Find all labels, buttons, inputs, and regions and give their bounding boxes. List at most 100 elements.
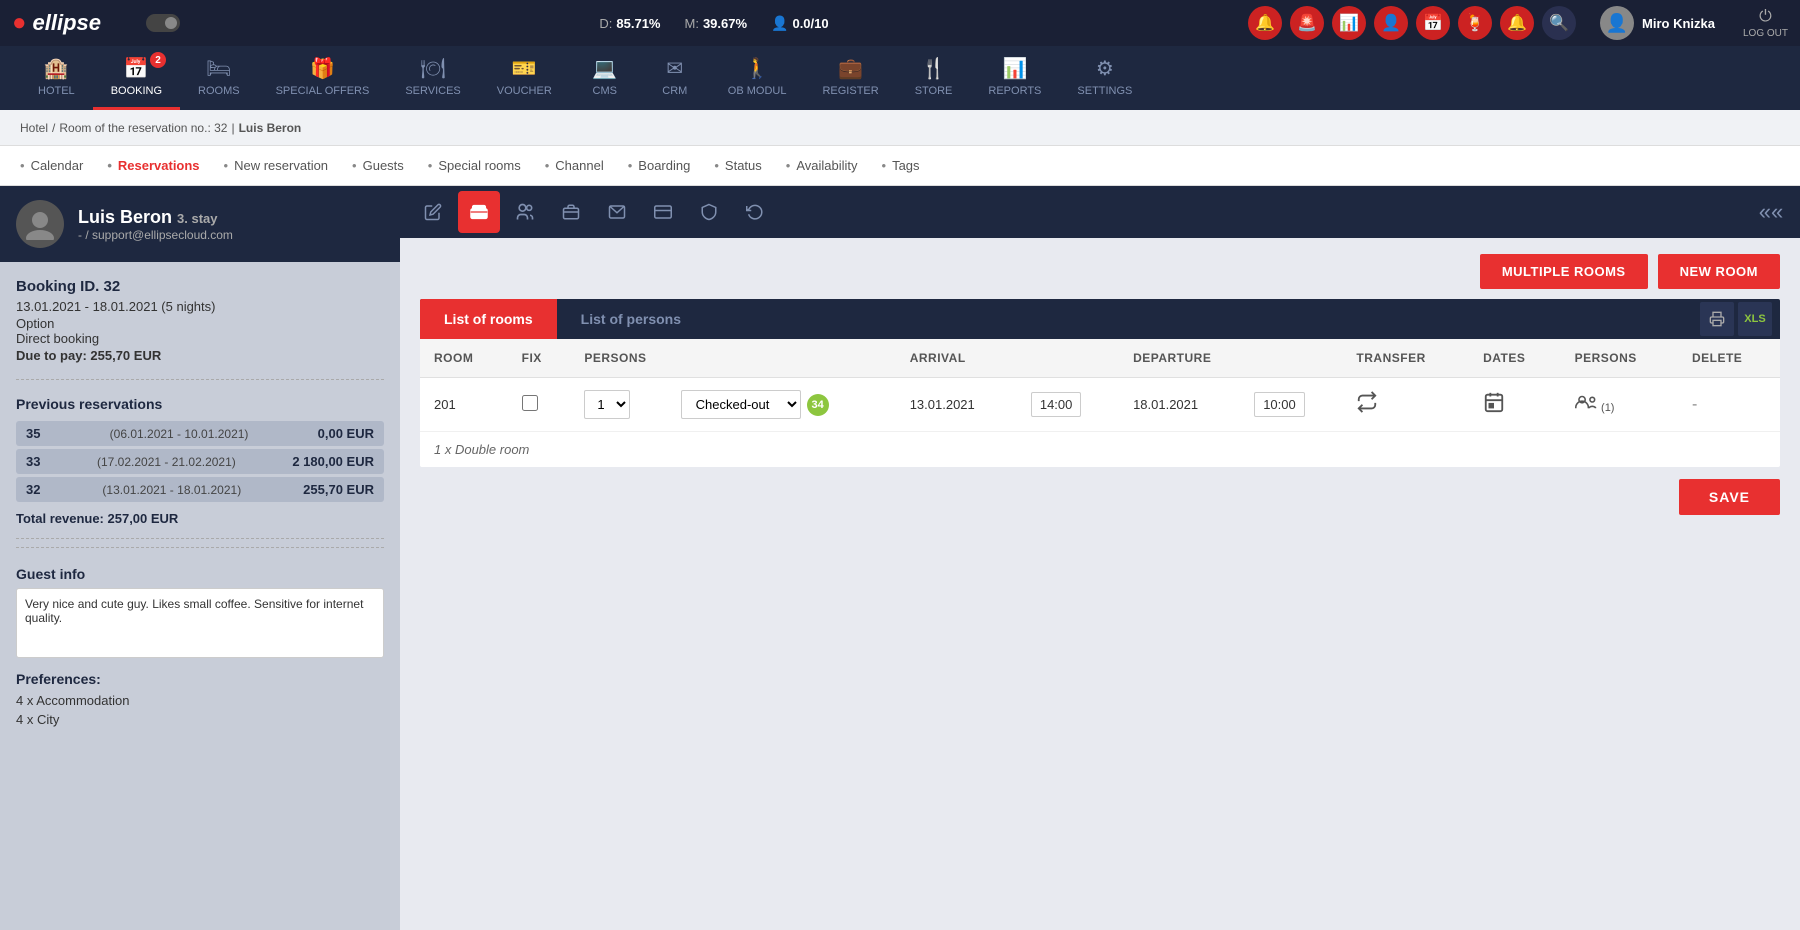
cell-fix[interactable]: [508, 378, 571, 432]
bell-icon-btn[interactable]: 🔔: [1500, 6, 1534, 40]
tool-tab-briefcase[interactable]: [550, 191, 592, 233]
store-icon: 🍴: [921, 56, 946, 81]
reservation-row-33[interactable]: 33 (17.02.2021 - 21.02.2021) 2 180,00 EU…: [16, 449, 384, 474]
breadcrumb-reservation[interactable]: Room of the reservation no.: 32: [59, 121, 227, 135]
preference-item-1: 4 x City: [0, 710, 400, 729]
nav-booking[interactable]: 📅 BOOKING 2: [93, 46, 180, 110]
cell-room-number: 201: [420, 378, 508, 432]
booking-icon: 📅: [124, 56, 149, 81]
nav-store[interactable]: 🍴 STORE: [897, 46, 971, 110]
fix-checkbox[interactable]: [522, 395, 538, 411]
save-button[interactable]: SAVE: [1679, 479, 1780, 515]
cell-persons-select[interactable]: 1 2 3: [570, 378, 666, 432]
tab-actions: XLS: [1700, 302, 1780, 336]
sub-nav-availability[interactable]: • Availability: [786, 158, 858, 173]
tool-tab-edit[interactable]: [412, 191, 454, 233]
divider-2: [16, 538, 384, 539]
cell-status[interactable]: Checked-out Checked-in Reserved 34: [667, 378, 896, 432]
nav-hotel-label: HOTEL: [38, 85, 75, 97]
persons-icon[interactable]: (1): [1575, 398, 1615, 415]
nav-register[interactable]: 💼 REGISTER: [804, 46, 896, 110]
chart-icon-btn[interactable]: 📊: [1332, 6, 1366, 40]
nav-voucher[interactable]: 🎫 VOUCHER: [479, 46, 570, 110]
nav-cms[interactable]: 💻 CMS: [570, 46, 640, 110]
nav-rooms[interactable]: 🛏 ROOMS: [180, 46, 258, 110]
multiple-rooms-button[interactable]: MULTIPLE ROOMS: [1480, 254, 1648, 289]
persons-count: (1): [1601, 402, 1614, 414]
nav-hotel[interactable]: 🏨 HOTEL: [20, 46, 93, 110]
sub-nav-status[interactable]: • Status: [714, 158, 761, 173]
notification-icon-btn[interactable]: 🔔: [1248, 6, 1282, 40]
cell-delete[interactable]: -: [1678, 378, 1780, 432]
nav-services[interactable]: 🍽 SERVICES: [387, 46, 478, 110]
calendar-icon-btn[interactable]: 📅: [1416, 6, 1450, 40]
search-icon-btn[interactable]: 🔍: [1542, 6, 1576, 40]
sub-nav-boarding[interactable]: • Boarding: [628, 158, 691, 173]
col-departure: DEPARTURE: [1119, 339, 1342, 378]
sub-nav-channel[interactable]: • Channel: [545, 158, 604, 173]
tab-list-of-rooms[interactable]: List of rooms: [420, 299, 557, 339]
tool-tab-persons[interactable]: [504, 191, 546, 233]
app-logo[interactable]: ● ellipse: [12, 9, 122, 37]
nav-reports[interactable]: 📊 REPORTS: [970, 46, 1059, 110]
sub-nav-tags-label: Tags: [892, 158, 919, 173]
sub-nav-tags[interactable]: • Tags: [882, 158, 920, 173]
nav-settings[interactable]: ⚙ SETTINGS: [1059, 46, 1150, 110]
breadcrumb-hotel[interactable]: Hotel: [20, 121, 48, 135]
dot-icon: •: [428, 158, 433, 173]
nav-register-label: REGISTER: [822, 85, 878, 97]
status-dropdown[interactable]: Checked-out Checked-in Reserved: [681, 390, 801, 419]
new-room-button[interactable]: NEW ROOM: [1658, 254, 1780, 289]
drink-icon-btn[interactable]: 🍹: [1458, 6, 1492, 40]
logout-label: LOG OUT: [1743, 28, 1788, 39]
sub-nav-guests[interactable]: • Guests: [352, 158, 404, 173]
user-icon-btn[interactable]: 👤: [1374, 6, 1408, 40]
theme-toggle[interactable]: [146, 14, 180, 32]
guest-stay: 3. stay: [177, 211, 217, 226]
nav-crm[interactable]: ✉ CRM: [640, 46, 710, 110]
nav-special-offers[interactable]: 🎁 SPECIAL OFFERS: [258, 46, 388, 110]
user-info[interactable]: 👤 Miro Knizka: [1600, 6, 1715, 40]
export-xls-button[interactable]: XLS: [1738, 302, 1772, 336]
print-button[interactable]: [1700, 302, 1734, 336]
col-fix: FIX: [508, 339, 571, 378]
dot-icon: •: [882, 158, 887, 173]
guest-info-textarea[interactable]: Very nice and cute guy. Likes small coff…: [16, 588, 384, 658]
cell-departure-time[interactable]: 10:00: [1240, 378, 1342, 432]
delete-dash[interactable]: -: [1692, 396, 1697, 413]
tool-tab-email[interactable]: [596, 191, 638, 233]
cell-dates[interactable]: [1469, 378, 1560, 432]
back-button[interactable]: ««: [1754, 195, 1788, 229]
nav-rooms-label: ROOMS: [198, 85, 240, 97]
sub-nav-special-rooms[interactable]: • Special rooms: [428, 158, 521, 173]
dot-icon: •: [714, 158, 719, 173]
voucher-icon: 🎫: [512, 56, 537, 81]
transfer-icon[interactable]: [1356, 397, 1378, 417]
tool-tab-refresh[interactable]: [734, 191, 776, 233]
tool-tab-shield[interactable]: [688, 191, 730, 233]
tool-tab-credit-card[interactable]: [642, 191, 684, 233]
tab-list-of-persons[interactable]: List of persons: [557, 299, 705, 339]
sub-nav-new-reservation[interactable]: • New reservation: [224, 158, 329, 173]
alert-icon-btn[interactable]: 🚨: [1290, 6, 1324, 40]
col-transfer: TRANSFER: [1342, 339, 1469, 378]
cell-transfer[interactable]: [1342, 378, 1469, 432]
user-avatar: 👤: [1600, 6, 1634, 40]
sub-nav-calendar[interactable]: • Calendar: [20, 158, 83, 173]
reservation-row-35[interactable]: 35 (06.01.2021 - 10.01.2021) 0,00 EUR: [16, 421, 384, 446]
dates-icon[interactable]: [1483, 397, 1505, 417]
prev-reservations-title: Previous reservations: [0, 388, 400, 418]
tool-tab-bed[interactable]: [458, 191, 500, 233]
sub-nav-reservations[interactable]: • Reservations: [107, 158, 199, 173]
nav-ob-modul[interactable]: 🚶 OB MODUL: [710, 46, 805, 110]
reservation-row-32[interactable]: 32 (13.01.2021 - 18.01.2021) 255,70 EUR: [16, 477, 384, 502]
room-type-note: 1 x Double room: [420, 432, 1780, 467]
cell-arrival-time[interactable]: 14:00: [1017, 378, 1119, 432]
logout-button[interactable]: ⏻ LOG OUT: [1743, 8, 1788, 39]
rooms-table: ROOM FIX PERSONS ARRIVAL DEPARTURE TRANS…: [420, 339, 1780, 432]
main-layout: Luis Beron 3. stay - / support@ellipsecl…: [0, 186, 1800, 930]
dot-icon: •: [628, 158, 633, 173]
cell-persons-icon[interactable]: (1): [1561, 378, 1678, 432]
persons-dropdown[interactable]: 1 2 3: [584, 390, 630, 419]
res-id-35: 35: [26, 426, 40, 441]
